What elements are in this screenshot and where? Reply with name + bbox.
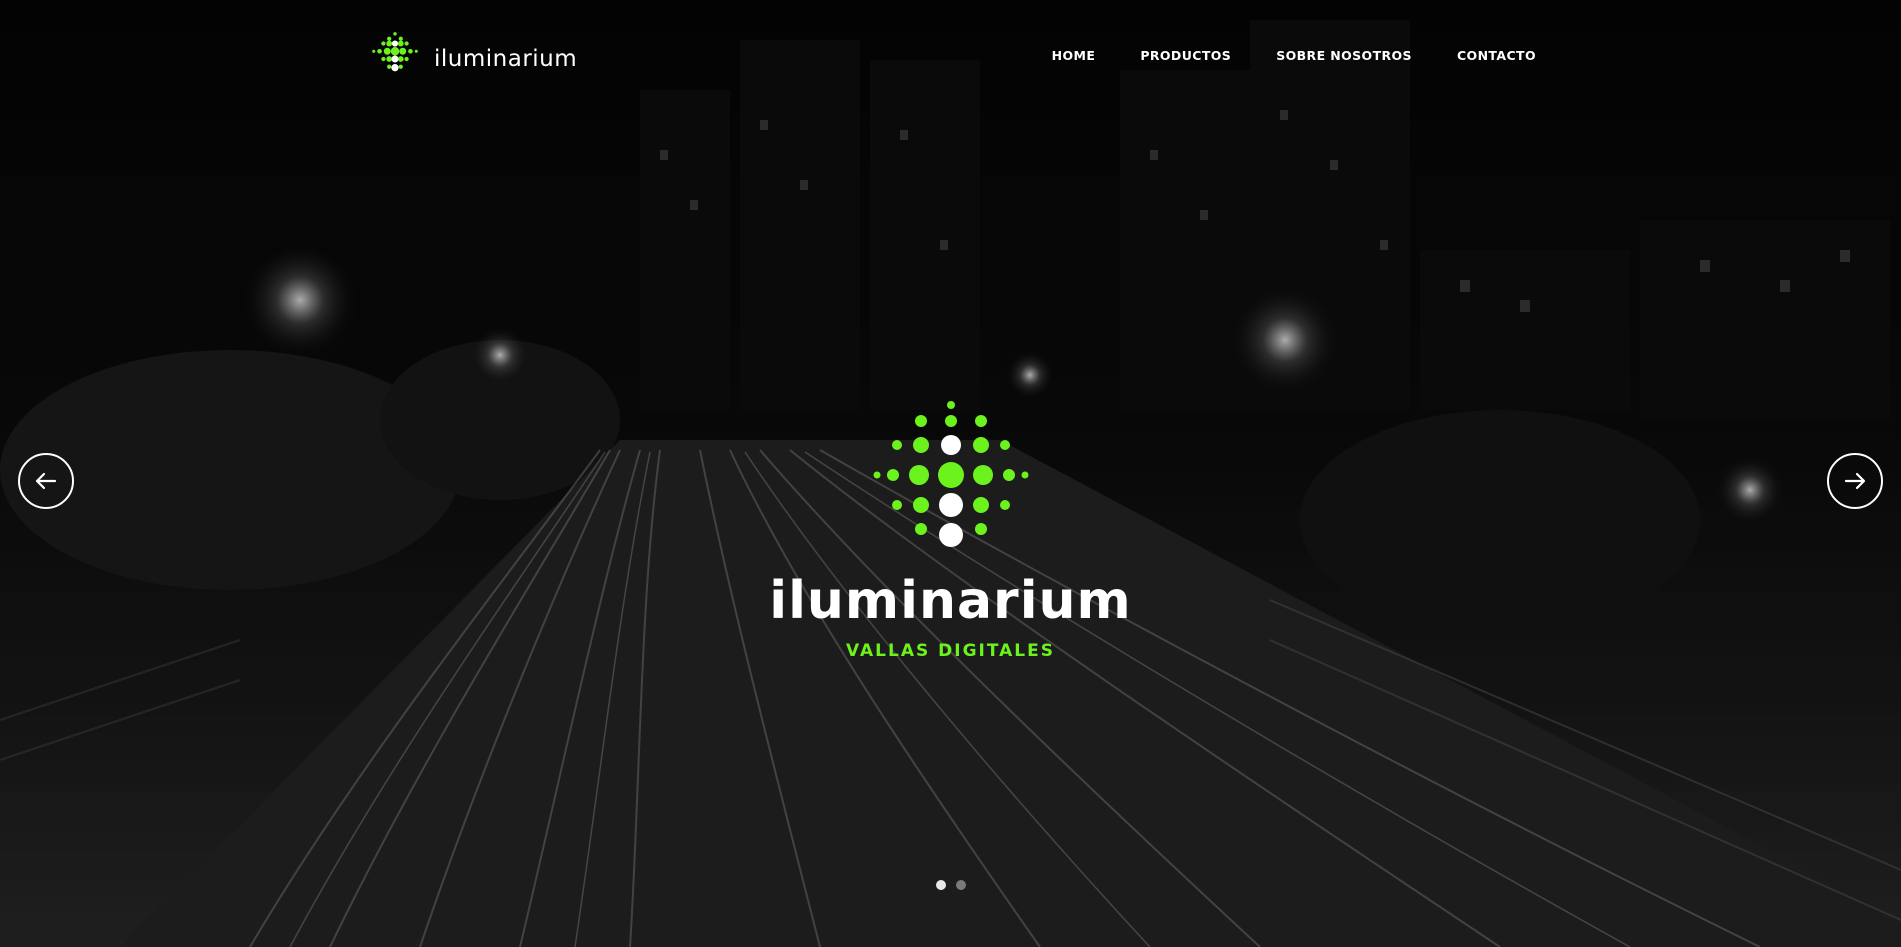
logo-icon bbox=[372, 32, 418, 72]
nav-contacto[interactable]: CONTACTO bbox=[1457, 48, 1536, 63]
site-header: iluminarium HOME PRODUCTOS SOBRE NOSOTRO… bbox=[0, 0, 1901, 115]
hero-subtitle: VALLAS DIGITALES bbox=[846, 641, 1055, 661]
arrow-right-icon bbox=[1844, 472, 1866, 490]
main-nav: HOME PRODUCTOS SOBRE NOSOTROS CONTACTO bbox=[1052, 48, 1536, 63]
slider-prev-button[interactable] bbox=[18, 453, 74, 509]
brand-dots-icon bbox=[873, 401, 1028, 547]
slider-dot-1[interactable] bbox=[935, 880, 946, 890]
nav-productos[interactable]: PRODUCTOS bbox=[1140, 48, 1231, 63]
slider-pagination bbox=[0, 880, 1901, 890]
slider-dot-2[interactable] bbox=[955, 880, 966, 890]
nav-home[interactable]: HOME bbox=[1052, 48, 1096, 63]
slider-next-button[interactable] bbox=[1827, 453, 1883, 509]
hero-brand: iluminarium VALLAS DIGITALES bbox=[0, 395, 1901, 661]
hero-title: iluminarium bbox=[769, 571, 1132, 631]
hero-slider: iluminarium HOME PRODUCTOS SOBRE NOSOTRO… bbox=[0, 0, 1901, 947]
logo-link[interactable]: iluminarium bbox=[366, 30, 577, 88]
arrow-left-icon bbox=[35, 472, 57, 490]
nav-sobre-nosotros[interactable]: SOBRE NOSOTROS bbox=[1276, 48, 1412, 63]
logo-text: iluminarium bbox=[434, 46, 578, 72]
